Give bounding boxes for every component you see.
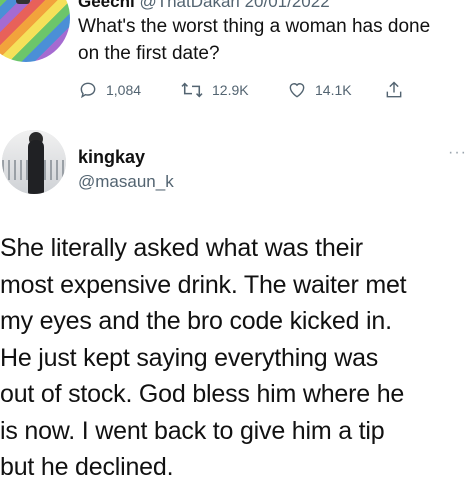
heart-icon xyxy=(289,83,305,98)
share-icon xyxy=(386,81,402,98)
reply-icon xyxy=(80,82,96,99)
quoted-tweet-line: on the first date? xyxy=(78,43,220,64)
more-icon[interactable]: ··· xyxy=(448,144,467,162)
quoted-tweet-line: What's the worst thing a woman has done xyxy=(78,16,431,37)
reply-button[interactable]: 1,084 xyxy=(78,80,141,100)
tweet-body-line: She literally asked what was their xyxy=(0,234,363,262)
avatar-person xyxy=(28,140,44,194)
retweet-icon xyxy=(181,82,203,98)
avatar-figure xyxy=(16,0,30,4)
tweet-body-line: most expensive drink. The waiter met xyxy=(0,270,407,299)
reply-count: 1,084 xyxy=(106,82,142,98)
like-button[interactable]: 14.1K xyxy=(287,80,352,100)
tweet-body-line: out of stock. God bless him where he xyxy=(0,380,405,408)
quoted-author-handle[interactable]: @ThatDakari xyxy=(139,0,239,11)
quoted-tweet-date[interactable]: 20/01/2022 xyxy=(245,0,330,11)
author-avatar[interactable] xyxy=(2,130,66,194)
tweet-body-line: is now. I went back to give him a tip xyxy=(0,416,385,445)
retweet-button[interactable]: 12.9K xyxy=(180,80,249,100)
retweet-count: 12.9K xyxy=(212,82,249,98)
quoted-author-name[interactable]: Geechi xyxy=(78,0,135,11)
share-button[interactable] xyxy=(384,80,412,100)
quoted-tweet-header: Geechi @ThatDakari 20/01/2022 xyxy=(78,0,330,12)
author-handle[interactable]: @masaun_k xyxy=(78,172,174,192)
tweet-body-line: but he declined. xyxy=(0,453,174,481)
quoted-tweet-text: What's the worst thing a woman has done … xyxy=(78,13,458,67)
tweet-body-line: He just kept saying everything was xyxy=(0,343,379,372)
quoted-author-avatar[interactable] xyxy=(0,0,70,62)
tweet-body-line: my eyes and the bro code kicked in. xyxy=(0,307,392,335)
like-count: 14.1K xyxy=(315,82,352,98)
tweet-body: She literally asked what was their most … xyxy=(0,230,474,486)
author-name[interactable]: kingkay xyxy=(78,147,145,168)
